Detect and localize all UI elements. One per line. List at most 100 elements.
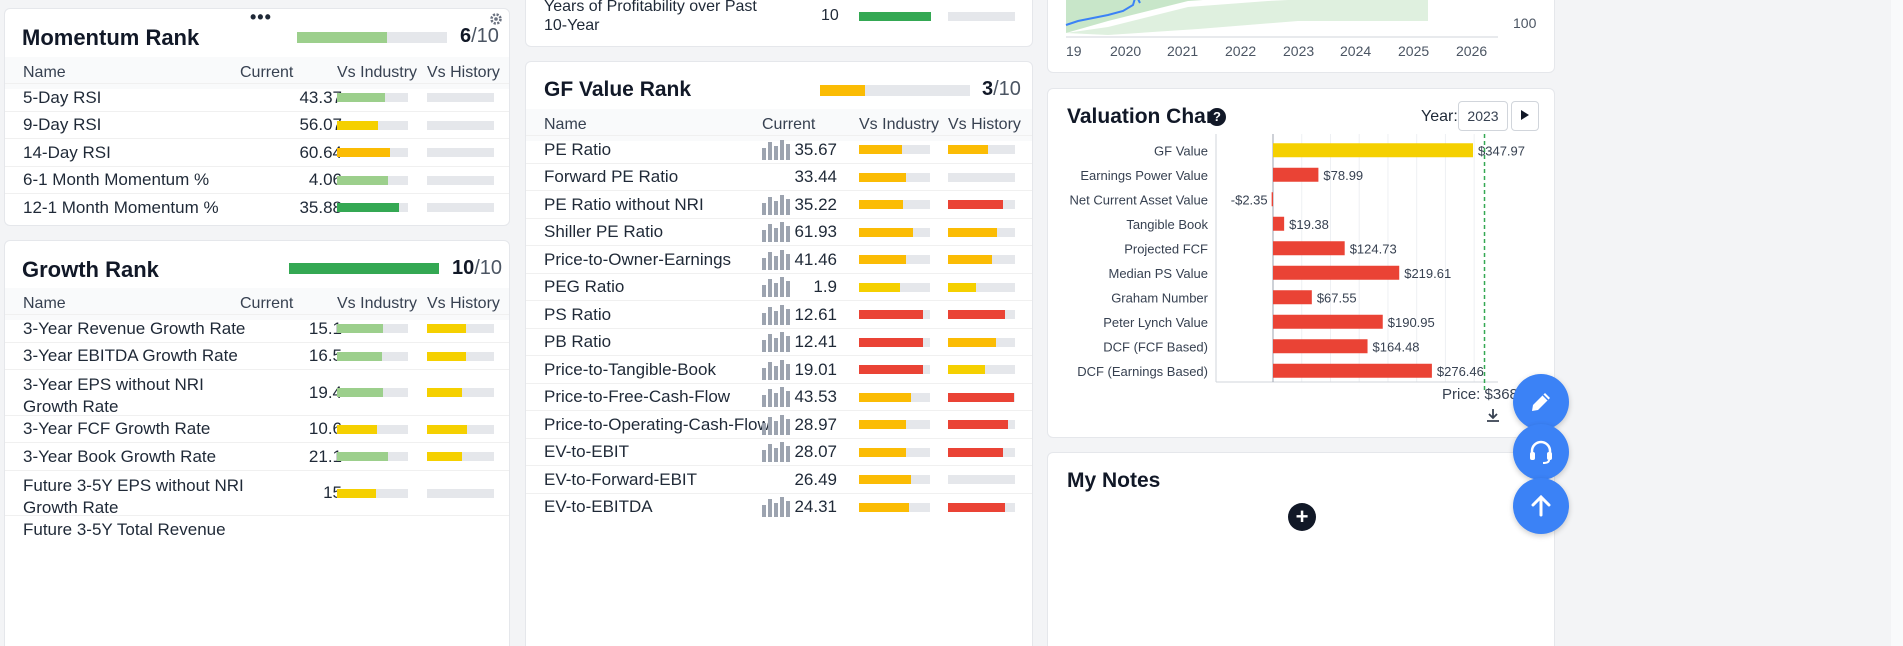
table-row[interactable]: EV-to-Forward-EBIT 26.49 (526, 465, 1032, 493)
row-name-line: Future 3-5Y Total Revenue (23, 519, 226, 539)
row-name: 5-Day RSI (23, 87, 101, 109)
row-current-value: 19.4 (308, 382, 342, 402)
table-row[interactable]: 12-1 Month Momentum % 35.88 (5, 193, 509, 221)
profitability-value: 10 (821, 7, 839, 24)
row-name-line: 3-Year Book Growth Rate (23, 446, 217, 466)
price-chart-x-tick: 19 (1066, 43, 1082, 59)
table-row[interactable]: Shiller PE Ratio 61.93 (526, 217, 1032, 246)
page-scrollbar[interactable] (1891, 0, 1903, 646)
table-row[interactable]: 6-1 Month Momentum % 4.06 (5, 165, 509, 194)
table-row[interactable]: 5-Day RSI 43.37 (5, 83, 509, 111)
table-row[interactable]: PE Ratio without NRI 35.22 (526, 190, 1032, 218)
vs-history-bar-fill (948, 200, 1003, 210)
vs-industry-bar-fill (859, 475, 911, 485)
vs-industry-bar-fill (859, 255, 906, 265)
table-row[interactable]: Future 3-5Y EPS without NRI Growth Rate 15 (5, 469, 509, 519)
table-row[interactable]: Forward PE Ratio 33.44 (526, 162, 1032, 191)
play-icon (1521, 110, 1529, 120)
row-name-line: Future 3-5Y EPS without NRI (23, 475, 244, 495)
help-icon[interactable]: ? (1208, 108, 1226, 126)
vs-industry-bar (337, 388, 408, 398)
table-row[interactable]: PB Ratio 12.41 (526, 327, 1032, 356)
play-button[interactable] (1511, 101, 1539, 131)
support-button[interactable] (1513, 424, 1569, 480)
table-row[interactable]: PEG Ratio 1.9 (526, 272, 1032, 301)
scroll-to-top-button[interactable] (1513, 478, 1569, 534)
vs-industry-bar (859, 282, 930, 292)
table-row[interactable]: PE Ratio 35.67 (526, 135, 1032, 163)
my-notes-title: My Notes (1067, 469, 1161, 492)
year-label: Year: (1421, 108, 1458, 125)
column-header: Name (23, 64, 66, 81)
vs-history-bar (948, 447, 1015, 457)
vs-history-bar-fill (948, 447, 1003, 457)
edit-button[interactable] (1513, 374, 1569, 430)
table-row[interactable]: 9-Day RSI 56.07 (5, 110, 509, 139)
table-row[interactable]: 3-Year FCF Growth Rate 10.6 (5, 414, 509, 443)
chart-data-label: $219.61 (1404, 266, 1451, 281)
price-chart-x-tick: 2020 (1110, 43, 1142, 59)
vs-industry-bar-fill (337, 351, 382, 361)
row-current-value: 21.1 (308, 446, 342, 466)
table-row[interactable]: Price-to-Owner-Earnings 41.46 (526, 245, 1032, 273)
row-name: Price-to-Free-Cash-Flow (544, 386, 730, 408)
more-options-icon[interactable]: ••• (250, 9, 272, 28)
column-header: Current (240, 295, 294, 312)
table-row[interactable]: Price-to-Operating-Cash-Flow 28.97 (526, 410, 1032, 438)
vs-industry-bar-fill (337, 424, 378, 434)
row-name: Future 3-5Y EPS without NRI Growth Rate (23, 475, 244, 519)
row-name: PS Ratio (544, 304, 611, 326)
vs-industry-bar (859, 337, 930, 347)
stock-analysis-page: ••• Momentum Rank 6/10 Name Current Vs Ind… (0, 0, 1903, 646)
table-row[interactable]: Price-to-Free-Cash-Flow 43.53 (526, 382, 1032, 411)
row-current-value: 43.53 (794, 387, 837, 407)
row-name-line: 12-1 Month Momentum % (23, 197, 219, 217)
table-row[interactable]: PS Ratio 12.61 (526, 300, 1032, 328)
column-header: Vs History (427, 64, 500, 81)
table-row[interactable]: 3-Year EPS without NRI Growth Rate 19.4 (5, 369, 509, 416)
chart-bar (1273, 143, 1473, 158)
vs-history-bar-fill (948, 502, 1005, 512)
table-row[interactable]: 3-Year Revenue Growth Rate 15.1 (5, 314, 509, 342)
chart-data-label: $164.48 (1373, 339, 1420, 354)
table-row[interactable]: 14-Day RSI 60.64 (5, 138, 509, 166)
row-name: EV-to-EBITDA (544, 496, 653, 518)
row-name: Future 3-5Y Total Revenue (23, 519, 226, 541)
row-name: 3-Year FCF Growth Rate (23, 418, 210, 440)
row-name: 3-Year Revenue Growth Rate (23, 318, 245, 340)
row-current-value: 4.06 (308, 170, 342, 190)
table-row[interactable]: Future 3-5Y Total Revenue (5, 515, 509, 543)
row-name: 6-1 Month Momentum % (23, 169, 209, 191)
vs-industry-bar (337, 488, 408, 498)
row-name-line: 3-Year Revenue Growth Rate (23, 318, 246, 338)
download-icon[interactable] (1484, 407, 1502, 425)
momentum-rank-score: 6/10 (460, 25, 499, 47)
vs-industry-bar (859, 475, 930, 485)
vs-history-bar-fill (948, 282, 977, 292)
row-current-value: 33.44 (794, 167, 837, 187)
year-select[interactable]: 2023 (1458, 101, 1508, 131)
table-row[interactable]: 3-Year EBITDA Growth Rate 16.5 (5, 341, 509, 370)
vs-industry-bar (337, 120, 408, 130)
vs-industry-bar-fill (337, 148, 391, 158)
row-name-line: 5-Day RSI (23, 87, 102, 107)
vs-history-bar-fill (948, 365, 985, 375)
chart-category-label: Earnings Power Value (1080, 168, 1208, 183)
row-current-value: 12.41 (794, 332, 837, 352)
row-current-value: 43.37 (299, 87, 342, 107)
add-note-button[interactable]: + (1288, 503, 1316, 531)
row-name-line: Forward PE Ratio (544, 167, 679, 187)
table-row[interactable]: Price-to-Tangible-Book 19.01 (526, 355, 1032, 383)
gf-value-rank-title: GF Value Rank (544, 78, 692, 101)
vs-industry-bar-fill (859, 447, 906, 457)
row-name-line: PE Ratio without NRI (544, 194, 704, 214)
vs-history-bar (948, 365, 1015, 375)
table-row[interactable]: EV-to-EBITDA 24.31 (526, 492, 1032, 521)
row-name: 3-Year EBITDA Growth Rate (23, 345, 238, 367)
profitability-history-bar (948, 12, 1015, 21)
column-header: Current (762, 116, 816, 133)
chart-category-label: Peter Lynch Value (1103, 315, 1208, 330)
table-row[interactable]: EV-to-EBIT 28.07 (526, 437, 1032, 466)
column-header: Current (240, 64, 294, 81)
table-row[interactable]: 3-Year Book Growth Rate 21.1 (5, 442, 509, 470)
